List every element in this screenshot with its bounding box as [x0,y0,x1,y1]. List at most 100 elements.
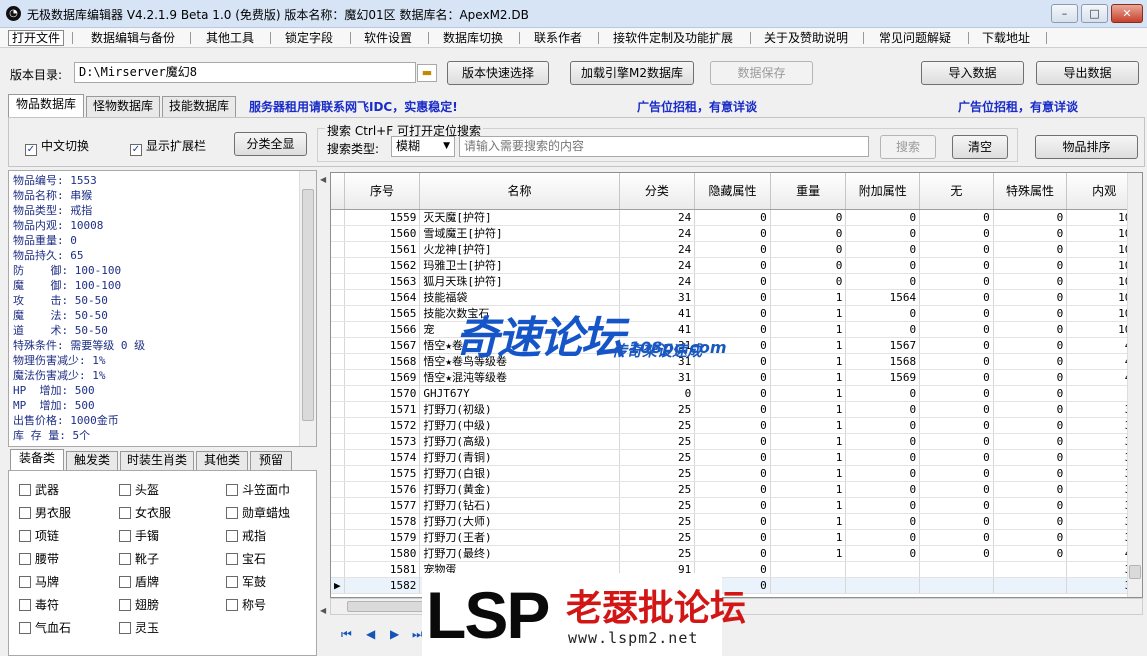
category-checkbox[interactable]: 宝石 [226,550,266,567]
table-cell[interactable]: 0 [694,449,771,466]
table-cell[interactable]: 0 [694,529,771,546]
table-cell[interactable]: 0 [694,497,771,514]
category-checkbox[interactable]: 头盔 [119,481,159,498]
table-row[interactable]: 1574打野刀(青铜)250100031 [331,449,1142,466]
table-cell[interactable]: 0 [694,465,771,482]
tab-other[interactable]: 其他类 [196,451,248,470]
table-cell[interactable]: 25 [619,433,696,450]
table-cell[interactable]: 1565 [344,305,421,322]
table-row[interactable]: 1566宠4101000101 [331,321,1142,338]
table-cell[interactable]: 0 [919,209,994,226]
row-indicator[interactable] [331,369,345,386]
row-indicator[interactable] [331,417,345,434]
table-cell[interactable]: 0 [993,257,1068,274]
tab-trigger[interactable]: 触发类 [66,451,118,470]
table-cell[interactable]: 打野刀(黄金) [419,481,620,498]
table-row[interactable]: 1579打野刀(王者)250100031 [331,529,1142,546]
menu-software-settings[interactable]: 软件设置 [361,30,415,46]
row-indicator[interactable] [331,289,345,306]
table-cell[interactable]: 0 [993,289,1068,306]
table-cell[interactable]: 25 [619,417,696,434]
table-cell[interactable]: 0 [993,401,1068,418]
table-cell[interactable]: 1 [770,385,847,402]
table-cell[interactable]: 0 [993,305,1068,322]
tab-skills-db[interactable]: 技能数据库 [162,96,236,117]
table-cell[interactable]: 1568 [344,353,421,370]
table-cell[interactable]: 0 [993,481,1068,498]
table-cell[interactable]: 0 [845,449,921,466]
table-cell[interactable]: 0 [993,353,1068,370]
table-cell[interactable]: 1569 [845,369,921,386]
row-indicator[interactable] [331,529,345,546]
table-cell[interactable]: 0 [919,257,994,274]
maximize-icon[interactable]: □ [1081,4,1108,23]
category-checkbox[interactable]: 马牌 [19,573,59,590]
table-cell[interactable]: 1 [770,337,847,354]
table-cell[interactable]: 0 [770,241,847,258]
table-cell[interactable]: 1 [770,401,847,418]
menu-data-edit-backup[interactable]: 数据编辑与备份 [88,30,178,46]
next-record-icon[interactable]: ▶ [390,627,399,641]
table-cell[interactable]: 灭天魔[护符] [419,209,620,226]
row-indicator[interactable] [331,465,345,482]
table-row[interactable]: 1570GHJT67Y0010000 [331,385,1142,402]
column-header[interactable]: 名称 [419,173,620,210]
row-indicator[interactable] [331,257,345,274]
first-record-icon[interactable]: ⏮ [341,627,352,641]
table-cell[interactable]: 打野刀(大师) [419,513,620,530]
row-indicator[interactable] [331,481,345,498]
table-cell[interactable]: 1 [770,545,847,562]
row-indicator[interactable] [331,545,345,562]
table-cell[interactable]: 1567 [344,337,421,354]
table-cell[interactable]: 0 [845,241,921,258]
scrollbar-thumb[interactable] [302,189,314,421]
table-cell[interactable]: 1564 [845,289,921,306]
table-cell[interactable]: 1566 [344,321,421,338]
table-cell[interactable]: 0 [993,321,1068,338]
table-cell[interactable]: 25 [619,449,696,466]
category-checkbox[interactable]: 翅膀 [119,596,159,613]
table-row[interactable]: 1560雪域魔王[护符]2400000102 [331,225,1142,242]
row-indicator[interactable] [331,241,345,258]
table-cell[interactable]: 1 [770,513,847,530]
save-data-button[interactable]: 数据保存 [710,61,813,85]
table-cell[interactable]: 0 [919,273,994,290]
table-row[interactable]: 1565技能次数宝石4101000101 [331,305,1142,322]
column-header[interactable]: 分类 [619,173,696,210]
folder-icon[interactable]: ▬ [417,64,437,82]
table-cell[interactable]: 0 [770,273,847,290]
table-cell[interactable]: 0 [919,465,994,482]
row-indicator[interactable] [331,321,345,338]
table-cell[interactable]: 打野刀(中级) [419,417,620,434]
table-row[interactable]: 1571打野刀(初级)250100031 [331,401,1142,418]
menu-open-file[interactable]: 打开文件 [8,30,65,46]
table-cell[interactable]: 0 [845,417,921,434]
splitter-right-icon[interactable]: ◀ [320,606,326,615]
row-indicator[interactable] [331,497,345,514]
table-cell[interactable]: 24 [619,225,696,242]
table-cell[interactable]: 1 [770,433,847,450]
table-cell[interactable] [845,561,921,578]
import-data-button[interactable]: 导入数据 [921,61,1024,85]
table-row[interactable]: 1578打野刀(大师)250100031 [331,513,1142,530]
row-indicator[interactable] [331,449,345,466]
table-cell[interactable]: 0 [694,209,771,226]
row-indicator[interactable] [331,513,345,530]
table-cell[interactable]: 0 [993,369,1068,386]
table-cell[interactable]: 0 [845,481,921,498]
row-indicator[interactable] [331,433,345,450]
table-cell[interactable]: 0 [919,289,994,306]
table-cell[interactable]: 1559 [344,209,421,226]
table-cell[interactable]: 25 [619,465,696,482]
category-checkbox[interactable]: 戒指 [226,527,266,544]
table-cell[interactable] [993,577,1068,594]
table-cell[interactable]: 1564 [344,289,421,306]
table-cell[interactable]: 1561 [344,241,421,258]
table-cell[interactable]: 0 [993,337,1068,354]
table-cell[interactable]: 0 [993,497,1068,514]
table-cell[interactable]: 0 [770,257,847,274]
table-row[interactable]: 1561火龙神[护符]2400000102 [331,241,1142,258]
menu-custom-dev[interactable]: 接软件定制及功能扩展 [610,30,736,46]
table-cell[interactable]: 0 [919,369,994,386]
column-header[interactable]: 重量 [770,173,847,210]
